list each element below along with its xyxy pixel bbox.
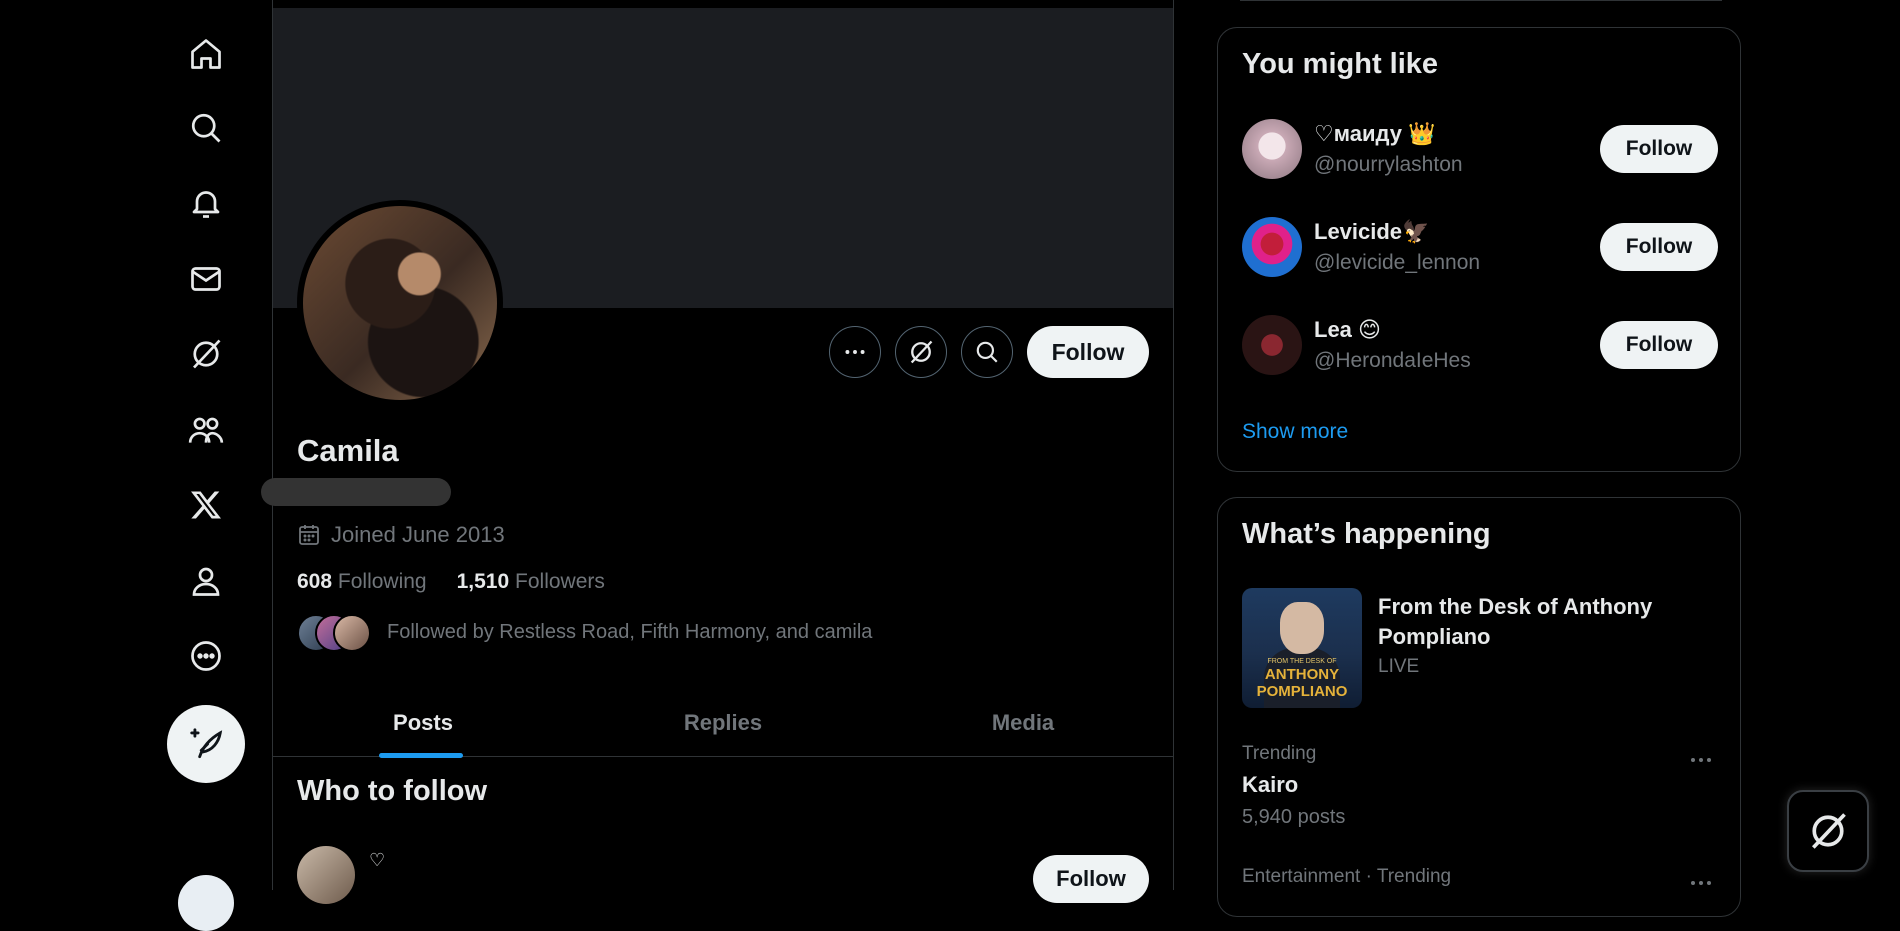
profile-avatar[interactable] [297, 200, 503, 406]
trend-context: Trending [1242, 743, 1317, 764]
profile-tabs: Posts Replies Media [273, 690, 1173, 758]
more-options-button[interactable] [829, 326, 881, 378]
x-logo-icon[interactable] [186, 485, 226, 525]
profile-name: Camila [297, 433, 399, 468]
grok-icon [910, 340, 933, 364]
joined-text: Joined June 2013 [331, 522, 505, 547]
trend-more-button[interactable] [1686, 873, 1716, 893]
profile-stats: 608 Following 1,510 Followers [297, 570, 605, 594]
profile-main-column: Follow Camila Joined June 2013 608 Follo… [261, 0, 1174, 904]
event-status: LIVE [1378, 656, 1420, 677]
followers-label: Followers [515, 570, 605, 593]
followed-by-row[interactable]: Followed by Restless Road, Fifth Harmony… [297, 614, 873, 652]
tab-replies[interactable]: Replies [573, 690, 873, 756]
ellipsis-icon [845, 350, 865, 354]
you-might-like-card: You might like ♡маиду 👑 @nourrylashton F… [1217, 27, 1741, 472]
compose-post-button[interactable] [167, 705, 245, 783]
following-count: 608 [297, 570, 333, 593]
follow-button[interactable]: Follow [1027, 326, 1149, 378]
tab-media[interactable]: Media [873, 690, 1173, 756]
communities-icon[interactable] [186, 410, 226, 450]
search-icon [976, 341, 998, 363]
event-thumbnail-face [1280, 602, 1324, 654]
suggestion-row[interactable]: Lea 😊 @HerondaIeHes Follow [1242, 315, 1718, 381]
show-more-link[interactable]: Show more [1242, 420, 1348, 444]
whats-happening-title: What’s happening [1242, 518, 1491, 550]
trend-more-button[interactable] [1686, 750, 1716, 770]
active-tab-indicator [379, 753, 463, 758]
header-strip [273, 0, 1173, 8]
trend-name[interactable]: Kairo [1242, 772, 1298, 798]
trend-context: Entertainment · Trending [1242, 866, 1452, 887]
event-thumbnail-title: ANTHONY POMPLIANO [1256, 666, 1348, 700]
following-link[interactable]: 608 Following [297, 570, 427, 594]
calendar-icon [299, 525, 319, 545]
suggested-user-name[interactable]: ♡ [369, 850, 385, 871]
event-thumbnail-caption: FROM THE DESK OF [1267, 658, 1337, 665]
suggested-user-avatar[interactable] [297, 846, 355, 904]
suggestion-follow-button[interactable]: Follow [1600, 125, 1718, 173]
search-box-edge [1240, 0, 1722, 1]
event-thumbnail[interactable]: FROM THE DESK OF ANTHONY POMPLIANO [1242, 588, 1362, 708]
suggestion-handle: @HerondaIeHes [1314, 349, 1471, 372]
suggestion-row[interactable]: Levicide🦅 @levicide_lennon Follow [1242, 217, 1718, 283]
grok-icon [1812, 813, 1846, 849]
who-to-follow-title: Who to follow [297, 775, 488, 807]
tab-replies-label: Replies [683, 710, 763, 735]
followers-count: 1,510 [456, 570, 510, 593]
followed-by-text: Followed by Restless Road, Fifth Harmony… [387, 620, 873, 643]
tab-media-label: Media [991, 710, 1055, 735]
suggestion-avatar [1242, 315, 1302, 375]
more-circle-icon[interactable] [186, 636, 226, 676]
home-icon[interactable] [186, 34, 226, 74]
suggestion-avatar [1242, 217, 1302, 277]
suggestion-name: Lea 😊 [1314, 317, 1381, 342]
suggestion-name: Levicide🦅 [1314, 219, 1430, 244]
profile-avatar-photo [303, 206, 497, 400]
suggestion-name: ♡маиду 👑 [1314, 121, 1436, 146]
you-might-like-title: You might like [1242, 48, 1439, 80]
grok-icon[interactable] [186, 334, 226, 374]
notifications-bell-icon[interactable] [186, 183, 226, 223]
suggestion-avatar [1242, 119, 1302, 179]
suggestion-follow-button[interactable]: Follow [1600, 321, 1718, 369]
search-profile-button[interactable] [961, 326, 1013, 378]
tab-posts[interactable]: Posts [273, 690, 573, 758]
suggestion-handle: @levicide_lennon [1314, 251, 1481, 274]
mutual-avatars [297, 614, 371, 652]
ellipsis-icon [1691, 881, 1711, 885]
redacted-handle [261, 478, 451, 506]
account-avatar[interactable] [178, 875, 234, 931]
event-title[interactable]: From the Desk of Anthony Pompliano [1378, 592, 1698, 652]
joined-date: Joined June 2013 [297, 522, 505, 548]
profile-icon[interactable] [186, 561, 226, 601]
following-label: Following [337, 570, 427, 593]
followers-link[interactable]: 1,510 Followers [457, 570, 605, 594]
search-icon[interactable] [186, 108, 226, 148]
suggested-follow-button[interactable]: Follow [1033, 855, 1149, 903]
suggestion-follow-button[interactable]: Follow [1600, 223, 1718, 271]
messages-envelope-icon[interactable] [186, 259, 226, 299]
whats-happening-card: What’s happening FROM THE DESK OF ANTHON… [1217, 497, 1741, 917]
suggestion-handle: @nourrylashton [1314, 153, 1463, 176]
trend-post-count: 5,940 posts [1242, 806, 1346, 828]
ellipsis-icon [1691, 758, 1711, 762]
grok-profile-button[interactable] [895, 326, 947, 378]
tab-posts-label: Posts [393, 710, 453, 735]
suggestion-row[interactable]: ♡маиду 👑 @nourrylashton Follow [1242, 119, 1718, 185]
mutual-avatar [333, 614, 371, 652]
grok-floating-button[interactable] [1787, 790, 1869, 872]
